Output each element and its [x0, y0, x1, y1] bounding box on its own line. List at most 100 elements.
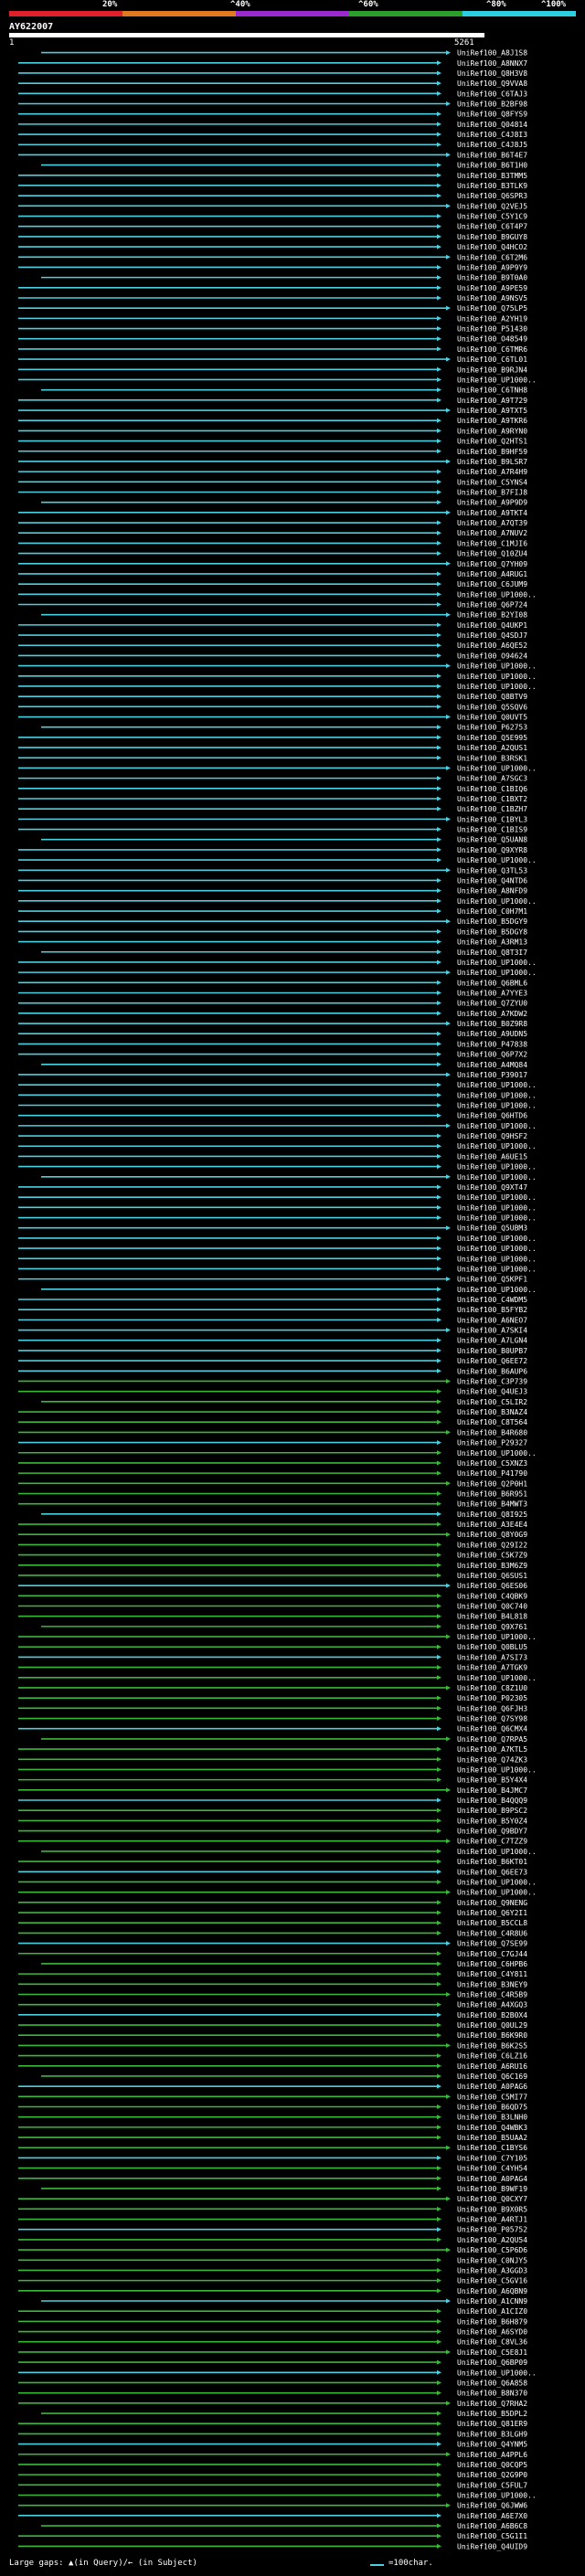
hit-label[interactable]: UniRef100_A8NNX7 — [457, 59, 527, 68]
hit-label[interactable]: UniRef100_Q4NTD6 — [457, 876, 527, 885]
hit-label[interactable]: UniRef100_A9TKR6 — [457, 417, 527, 425]
hit-label[interactable]: UniRef100_A4XGQ3 — [457, 2001, 527, 2009]
hit-label[interactable]: UniRef100_C1BYS6 — [457, 2144, 527, 2152]
hit-label[interactable]: UniRef100_UP1000.. — [457, 590, 537, 599]
hit-label[interactable]: UniRef100_Q6P724 — [457, 601, 527, 610]
hit-label[interactable]: UniRef100_A1CNN9 — [457, 2297, 527, 2306]
hit-label[interactable]: UniRef100_UP1000.. — [457, 673, 537, 681]
hit-label[interactable]: UniRef100_A7SKI4 — [457, 1327, 527, 1335]
hit-label[interactable]: UniRef100_Q8Y0G9 — [457, 1531, 527, 1539]
hit-label[interactable]: UniRef100_B9GUY8 — [457, 233, 527, 241]
hit-label[interactable]: UniRef100_UP1000.. — [457, 1142, 537, 1150]
hit-label[interactable]: UniRef100_C4J8I3 — [457, 131, 527, 139]
hit-label[interactable]: UniRef100_Q9XT47 — [457, 1183, 527, 1192]
hit-label[interactable]: UniRef100_A9P9Y9 — [457, 263, 527, 271]
hit-label[interactable]: UniRef100_C0H7M1 — [457, 907, 527, 916]
hit-label[interactable]: UniRef100_C5E8J1 — [457, 2348, 527, 2357]
hit-label[interactable]: UniRef100_A9T729 — [457, 397, 527, 405]
hit-label[interactable]: UniRef100_C1BXT2 — [457, 795, 527, 803]
hit-label[interactable]: UniRef100_A8NFD9 — [457, 887, 527, 896]
hit-label[interactable]: UniRef100_Q7SY98 — [457, 1715, 527, 1723]
hit-label[interactable]: UniRef100_A4MQ84 — [457, 1061, 527, 1069]
hit-label[interactable]: UniRef100_C6TL01 — [457, 355, 527, 364]
hit-label[interactable]: UniRef100_C4QBK9 — [457, 1592, 527, 1600]
hit-label[interactable]: UniRef100_A6UE15 — [457, 1152, 527, 1161]
hit-label[interactable]: UniRef100_C8T564 — [457, 1418, 527, 1426]
hit-label[interactable]: UniRef100_Q6BP09 — [457, 2359, 527, 2367]
hit-label[interactable]: UniRef100_Q6C169 — [457, 2072, 527, 2081]
hit-label[interactable]: UniRef100_A7TGK9 — [457, 1664, 527, 1672]
hit-label[interactable]: UniRef100_UP1000.. — [457, 663, 537, 671]
hit-label[interactable]: UniRef100_UP1000.. — [457, 1173, 537, 1182]
hit-label[interactable]: UniRef100_C5GV16 — [457, 2277, 527, 2285]
hit-label[interactable]: UniRef100_C6TMR6 — [457, 345, 527, 354]
hit-label[interactable]: UniRef100_UP1000.. — [457, 683, 537, 691]
hit-label[interactable]: UniRef100_Q6P7X2 — [457, 1051, 527, 1059]
hit-label[interactable]: UniRef100_A9NSV5 — [457, 294, 527, 302]
hit-label[interactable]: UniRef100_UP1000.. — [457, 969, 537, 977]
hit-label[interactable]: UniRef100_Q6EE73 — [457, 1868, 527, 1876]
hit-label[interactable]: UniRef100_UP1000.. — [457, 1265, 537, 1273]
hit-label[interactable]: UniRef100_A7LGN4 — [457, 1337, 527, 1345]
hit-label[interactable]: UniRef100_B5UAA2 — [457, 2134, 527, 2142]
hit-label[interactable]: UniRef100_B6K2S5 — [457, 2041, 527, 2050]
hit-label[interactable]: UniRef100_C1BIS9 — [457, 826, 527, 834]
hit-label[interactable]: UniRef100_P62753 — [457, 724, 527, 732]
hit-label[interactable]: UniRef100_P51430 — [457, 325, 527, 334]
hit-label[interactable]: UniRef100_B3NAZ4 — [457, 1408, 527, 1416]
hit-label[interactable]: UniRef100_UP1000.. — [457, 1122, 537, 1130]
hit-label[interactable]: UniRef100_Q8T3I7 — [457, 949, 527, 957]
hit-label[interactable]: UniRef100_Q5E995 — [457, 734, 527, 742]
hit-label[interactable]: UniRef100_UP1000.. — [457, 1449, 537, 1458]
hit-label[interactable]: UniRef100_C6JUM9 — [457, 580, 527, 588]
hit-label[interactable]: UniRef100_B6T4E7 — [457, 151, 527, 159]
hit-label[interactable]: UniRef100_Q4UEJ3 — [457, 1388, 527, 1396]
hit-label[interactable]: UniRef100_UP1000.. — [457, 897, 537, 906]
hit-label[interactable]: UniRef100_B9HF59 — [457, 448, 527, 456]
hit-label[interactable]: UniRef100_C4Y811 — [457, 1970, 527, 1978]
hit-label[interactable]: UniRef100_UP1000.. — [457, 1848, 537, 1856]
hit-label[interactable]: UniRef100_C4R5B9 — [457, 1990, 527, 1998]
hit-label[interactable]: UniRef100_A8J1S8 — [457, 49, 527, 58]
hit-label[interactable]: UniRef100_C6HPB6 — [457, 1960, 527, 1968]
hit-label[interactable]: UniRef100_B4JMC7 — [457, 1786, 527, 1795]
hit-label[interactable]: UniRef100_Q8I925 — [457, 1511, 527, 1519]
hit-label[interactable]: UniRef100_A3E4E4 — [457, 1521, 527, 1529]
hit-label[interactable]: UniRef100_B4QQQ9 — [457, 1797, 527, 1805]
hit-label[interactable]: UniRef100_A3RM13 — [457, 938, 527, 947]
hit-label[interactable]: UniRef100_C4J8J5 — [457, 141, 527, 149]
hit-label[interactable]: UniRef100_B2YI08 — [457, 611, 527, 620]
hit-label[interactable]: UniRef100_C5FUL7 — [457, 2481, 527, 2489]
hit-label[interactable]: UniRef100_P05752 — [457, 2226, 527, 2234]
hit-label[interactable]: UniRef100_A2YH19 — [457, 314, 527, 323]
hit-label[interactable]: UniRef100_C5P6D6 — [457, 2246, 527, 2254]
hit-label[interactable]: UniRef100_A1CIZ0 — [457, 2307, 527, 2316]
hit-label[interactable]: UniRef100_A7SGC3 — [457, 775, 527, 783]
hit-label[interactable]: UniRef100_Q8FYS9 — [457, 111, 527, 119]
hit-label[interactable]: UniRef100_B4R680 — [457, 1428, 527, 1436]
hit-label[interactable]: UniRef100_Q04814 — [457, 121, 527, 129]
hit-label[interactable]: UniRef100_B8N370 — [457, 2390, 527, 2398]
hit-label[interactable]: UniRef100_Q2VEJ5 — [457, 202, 527, 210]
hit-label[interactable]: UniRef100_UP1000.. — [457, 1245, 537, 1253]
hit-label[interactable]: UniRef100_C1MJI6 — [457, 539, 527, 547]
hit-label[interactable]: UniRef100_B3TLK9 — [457, 182, 527, 190]
hit-label[interactable]: UniRef100_B5DPL2 — [457, 2410, 527, 2418]
hit-label[interactable]: UniRef100_P41790 — [457, 1469, 527, 1478]
hit-label[interactable]: UniRef100_A0PAG4 — [457, 2175, 527, 2183]
hit-label[interactable]: UniRef100_A3GGD3 — [457, 2266, 527, 2274]
hit-label[interactable]: UniRef100_C3P739 — [457, 1377, 527, 1385]
hit-label[interactable]: UniRef100_A9RYN0 — [457, 427, 527, 435]
hit-label[interactable]: UniRef100_A2QU54 — [457, 2236, 527, 2244]
hit-label[interactable]: UniRef100_A9UDN5 — [457, 1030, 527, 1038]
hit-label[interactable]: UniRef100_B2BF98 — [457, 101, 527, 109]
hit-label[interactable]: UniRef100_B6T1H0 — [457, 162, 527, 170]
hit-label[interactable]: UniRef100_C7TZZ9 — [457, 1838, 527, 1846]
hit-label[interactable]: UniRef100_C8VL36 — [457, 2338, 527, 2347]
hit-label[interactable]: UniRef100_B0UPB7 — [457, 1347, 527, 1355]
hit-label[interactable]: UniRef100_B3RSK1 — [457, 754, 527, 762]
hit-label[interactable]: UniRef100_UP1000.. — [457, 1633, 537, 1641]
hit-label[interactable]: UniRef100_A6RU16 — [457, 2062, 527, 2071]
hit-label[interactable]: UniRef100_UP1000.. — [457, 2369, 537, 2377]
hit-label[interactable]: UniRef100_Q0BLU5 — [457, 1643, 527, 1651]
